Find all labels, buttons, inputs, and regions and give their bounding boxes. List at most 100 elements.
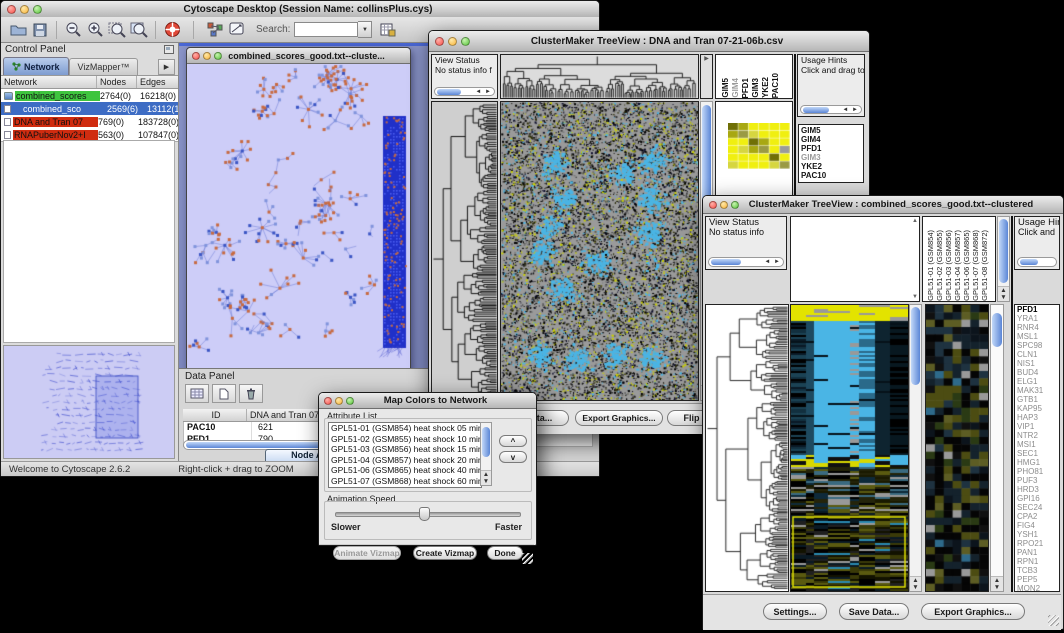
scroll-up-icon[interactable]: ▲ xyxy=(912,218,918,224)
gene-label[interactable]: RNR4 xyxy=(1017,323,1059,332)
move-down-button[interactable]: v xyxy=(499,451,527,463)
scroll-right-icon[interactable]: ► xyxy=(852,107,859,113)
tab-network[interactable]: Network xyxy=(3,57,69,75)
zoom-fit-icon[interactable] xyxy=(107,20,127,40)
minimize-button[interactable] xyxy=(448,37,457,46)
scrollbar-thumb[interactable] xyxy=(999,219,1008,283)
zoom-button[interactable] xyxy=(33,5,42,14)
minimize-button[interactable] xyxy=(20,5,29,14)
open-file-icon[interactable] xyxy=(8,20,28,40)
zoom-heatmap-canvas[interactable] xyxy=(926,305,988,591)
scroll-down-icon[interactable]: ▼ xyxy=(483,478,489,485)
row-dendrogram-canvas[interactable] xyxy=(706,305,788,591)
zoom-button[interactable] xyxy=(214,52,222,60)
tv2-labels-vscrollbar[interactable]: ▲▼ xyxy=(997,216,1010,302)
float-panel-icon[interactable] xyxy=(164,41,174,59)
search-input[interactable] xyxy=(294,22,358,37)
tv2-zoom-heatmap-panel[interactable] xyxy=(925,304,989,592)
gene-label[interactable]: RPO21 xyxy=(1017,539,1059,548)
network-table-row[interactable]: combined_sco 2569(6) 13112(15) xyxy=(1,102,178,115)
tv1-hints-hscrollbar[interactable]: ◄ ► xyxy=(800,105,862,114)
gene-label[interactable]: GIM4 xyxy=(801,135,863,144)
gene-label[interactable]: SEC24 xyxy=(1017,503,1059,512)
scroll-up-icon[interactable]: ▲ xyxy=(994,577,1000,584)
scrollbar-thumb[interactable] xyxy=(911,307,920,385)
gene-label[interactable]: SPC98 xyxy=(1017,341,1059,350)
network-settings-icon[interactable] xyxy=(205,20,225,40)
tv1-heatmap-panel[interactable] xyxy=(500,101,699,401)
tv2-column-tree-panel[interactable]: ▲ ▼ xyxy=(790,216,920,302)
network-canvas[interactable] xyxy=(187,64,408,371)
attribute-item[interactable]: GPL51-02 (GSM855) heat shock 10 min xyxy=(329,434,481,445)
save-icon[interactable] xyxy=(30,20,50,40)
treeview1-title-bar[interactable]: ClusterMaker TreeView : DNA and Tran 07-… xyxy=(429,31,869,52)
dialog-title-bar[interactable]: Map Colors to Network xyxy=(319,393,536,409)
scroll-up-icon[interactable]: ▲ xyxy=(912,577,918,584)
heatmap-canvas[interactable] xyxy=(791,305,908,591)
gene-label[interactable]: YSH1 xyxy=(1017,530,1059,539)
export-graphics-button[interactable]: Export Graphics... xyxy=(921,603,1025,620)
tv1-status-hscrollbar[interactable]: ◄ ► xyxy=(434,87,495,96)
heatmap-canvas[interactable] xyxy=(501,102,698,400)
tab-vizmapper[interactable]: VizMapper™ xyxy=(69,58,139,75)
scroll-down-icon[interactable]: ▼ xyxy=(912,584,918,591)
tv2-heatmap-panel[interactable] xyxy=(790,304,909,592)
zoom-button[interactable] xyxy=(461,37,470,46)
birdseye-overview-canvas[interactable] xyxy=(4,346,174,458)
create-vizmap-button[interactable]: Create Vizmap xyxy=(413,546,477,560)
attribute-item[interactable]: GPL51-03 (GSM856) heat shock 15 min xyxy=(329,444,481,455)
minimize-button[interactable] xyxy=(203,52,211,60)
gene-label[interactable]: YRA1 xyxy=(1017,314,1059,323)
help-lifering-icon[interactable] xyxy=(162,20,182,40)
tv2-status-hscrollbar[interactable]: ◄ ► xyxy=(708,257,784,267)
gene-label[interactable]: GIM3 xyxy=(801,153,863,162)
done-button[interactable]: Done xyxy=(487,546,523,560)
zoom-button[interactable] xyxy=(346,397,354,405)
gene-label[interactable]: KAP95 xyxy=(1017,404,1059,413)
gene-label[interactable]: GPI16 xyxy=(1017,494,1059,503)
close-button[interactable] xyxy=(7,5,16,14)
search-dropdown-button[interactable]: ▼ xyxy=(358,21,372,38)
speed-slider-thumb[interactable] xyxy=(419,507,430,521)
gene-label[interactable]: SEC1 xyxy=(1017,449,1059,458)
tab-overflow-button[interactable]: ▶ xyxy=(158,59,175,75)
gene-label[interactable]: PFD1 xyxy=(801,144,863,153)
main-title-bar[interactable]: Cytoscape Desktop (Session Name: collins… xyxy=(1,1,599,18)
network-view-window[interactable]: combined_scores_good.txt--cluste... xyxy=(186,47,411,373)
gene-label[interactable]: CLN1 xyxy=(1017,350,1059,359)
scrollbar-thumb[interactable] xyxy=(803,107,829,113)
scrollbar-thumb[interactable] xyxy=(437,89,461,95)
scroll-right-icon[interactable]: ► xyxy=(485,89,492,95)
attribute-list-vscrollbar[interactable]: ▲▼ xyxy=(480,422,492,486)
gene-label[interactable]: NTR2 xyxy=(1017,431,1059,440)
treeview2-title-bar[interactable]: ClusterMaker TreeView : combined_scores_… xyxy=(703,196,1063,214)
close-button[interactable] xyxy=(324,397,332,405)
move-up-button[interactable]: ^ xyxy=(499,435,527,447)
scroll-down-icon[interactable]: ▼ xyxy=(1000,294,1006,301)
zoom-button[interactable] xyxy=(731,201,739,209)
gene-label[interactable]: GIM5 xyxy=(801,126,863,135)
tv2-heatmap-vscrollbar[interactable]: ▲▼ xyxy=(909,304,922,592)
tv2-row-dendrogram-panel[interactable] xyxy=(705,304,789,592)
gene-label[interactable]: PEP5 xyxy=(1017,575,1059,584)
gene-label[interactable]: BUD4 xyxy=(1017,368,1059,377)
scrollbar-thumb[interactable] xyxy=(482,427,490,457)
attribute-item[interactable]: GPL51-07 (GSM868) heat shock 60 min xyxy=(329,476,481,487)
close-button[interactable] xyxy=(192,52,200,60)
scroll-up-icon[interactable]: ▲ xyxy=(1000,287,1006,294)
correlation-matrix-canvas[interactable] xyxy=(728,123,790,169)
export-graphics-button[interactable]: Export Graphics... xyxy=(575,410,663,426)
attribute-list[interactable]: GPL51-01 (GSM854) heat shock 05 minGPL51… xyxy=(328,422,482,488)
scroll-left-icon[interactable]: ◄ xyxy=(764,259,771,265)
gene-label[interactable]: TCB3 xyxy=(1017,566,1059,575)
network-table-row[interactable]: DNA and Tran 07 769(0) 183728(0) xyxy=(1,115,178,128)
gene-label[interactable]: PAC10 xyxy=(801,171,863,180)
scroll-down-icon[interactable]: ▼ xyxy=(994,584,1000,591)
annotation-icon[interactable] xyxy=(227,20,247,40)
scroll-left-icon[interactable]: ◄ xyxy=(475,89,482,95)
gene-label[interactable]: PFD1 xyxy=(1017,305,1059,314)
scrollbar-thumb[interactable] xyxy=(711,259,741,265)
row-dendrogram-canvas[interactable] xyxy=(432,102,497,400)
close-button[interactable] xyxy=(435,37,444,46)
column-dendrogram-canvas[interactable] xyxy=(501,55,698,98)
